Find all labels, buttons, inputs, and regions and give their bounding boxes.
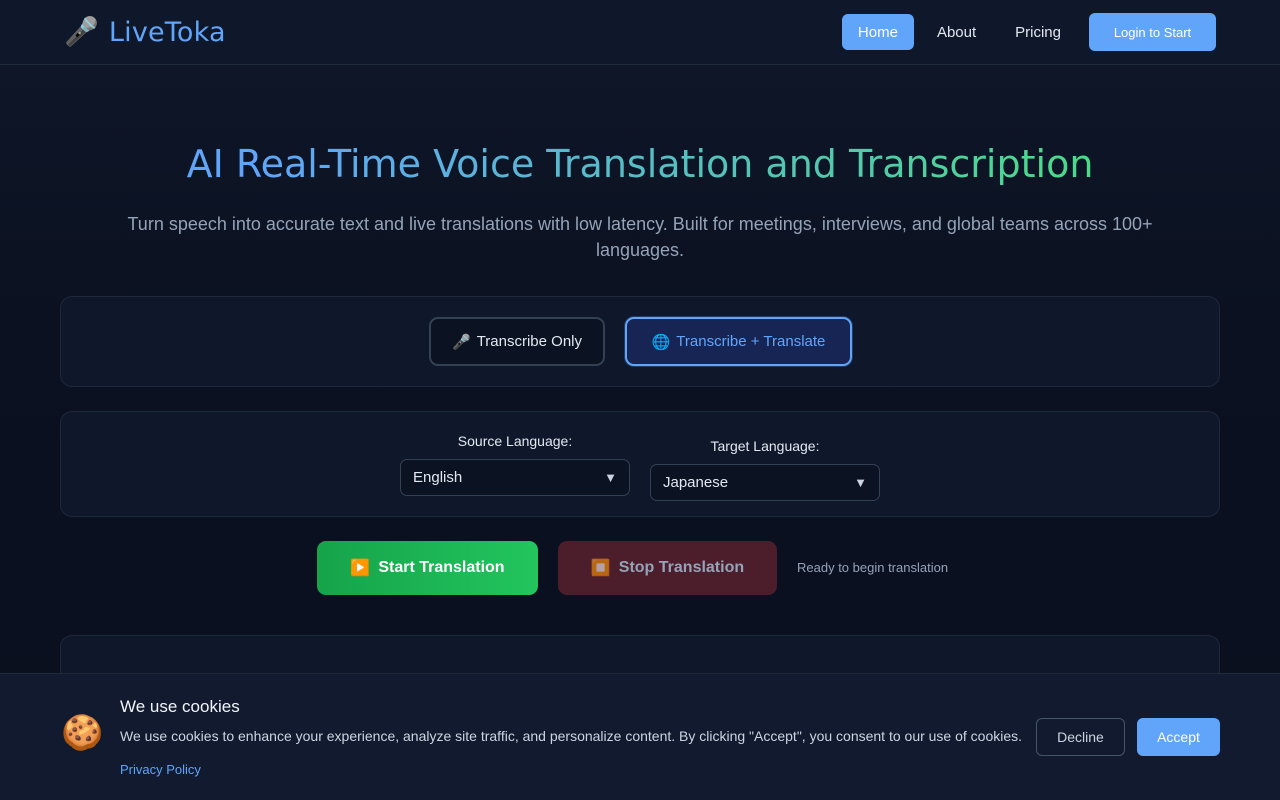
- source-language-group: Source Language: English ▼: [400, 433, 630, 496]
- start-translation-button[interactable]: ▶️ Start Translation: [317, 541, 538, 595]
- microphone-icon: 🎤: [64, 16, 99, 47]
- cookie-text: We use cookies to enhance your experienc…: [120, 728, 1023, 744]
- decline-button[interactable]: Decline: [1036, 718, 1125, 756]
- microphone-icon: 🎤: [452, 333, 471, 351]
- transcribe-only-label: Transcribe Only: [476, 333, 582, 350]
- stop-translation-label: Stop Translation: [618, 559, 745, 576]
- transcribe-only-button[interactable]: 🎤 Transcribe Only: [429, 317, 605, 366]
- status-text: Ready to begin translation: [797, 560, 949, 575]
- logo[interactable]: 🎤 LiveToka: [64, 14, 226, 50]
- source-language-select[interactable]: English ▼: [400, 459, 630, 496]
- target-language-select[interactable]: Japanese ▼: [650, 464, 880, 501]
- site-header: 🎤 LiveToka Home About Pricing Login to S…: [0, 0, 1280, 65]
- page-title: AI Real-Time Voice Translation and Trans…: [0, 142, 1280, 186]
- target-language-value: Japanese: [663, 474, 729, 491]
- source-language-label: Source Language:: [457, 433, 573, 449]
- globe-icon: 🌐: [651, 333, 671, 351]
- nav-about[interactable]: About: [921, 14, 992, 50]
- play-icon: ▶️: [350, 560, 371, 577]
- mode-panel: 🎤 Transcribe Only 🌐 Transcribe + Transla…: [60, 296, 1220, 387]
- cookie-title: We use cookies: [120, 697, 240, 716]
- language-panel: Source Language: English ▼ Target Langua…: [60, 411, 1220, 517]
- target-language-label: Target Language:: [710, 438, 820, 454]
- transcribe-translate-label: Transcribe + Translate: [676, 333, 826, 350]
- accept-button[interactable]: Accept: [1137, 718, 1220, 756]
- chevron-down-icon: ▼: [604, 470, 617, 485]
- stop-translation-button[interactable]: ⏹️ Stop Translation: [558, 541, 777, 595]
- transcribe-translate-button[interactable]: 🌐 Transcribe + Translate: [625, 317, 852, 366]
- chevron-down-icon: ▼: [854, 475, 867, 490]
- nav-pricing[interactable]: Pricing: [999, 14, 1077, 50]
- login-button[interactable]: Login to Start: [1089, 13, 1216, 51]
- logo-text: LiveToka: [108, 16, 226, 48]
- cookie-icon: 🍪: [61, 714, 104, 752]
- start-translation-label: Start Translation: [378, 559, 505, 576]
- main-nav: Home About Pricing Login to Start: [835, 13, 1216, 51]
- nav-home[interactable]: Home: [841, 14, 914, 50]
- source-language-value: English: [413, 469, 463, 486]
- target-language-group: Target Language: Japanese ▼: [650, 438, 880, 501]
- page-subtitle: Turn speech into accurate text and live …: [127, 214, 1153, 260]
- stop-icon: ⏹️: [590, 560, 611, 577]
- privacy-policy-link[interactable]: Privacy Policy: [120, 762, 201, 777]
